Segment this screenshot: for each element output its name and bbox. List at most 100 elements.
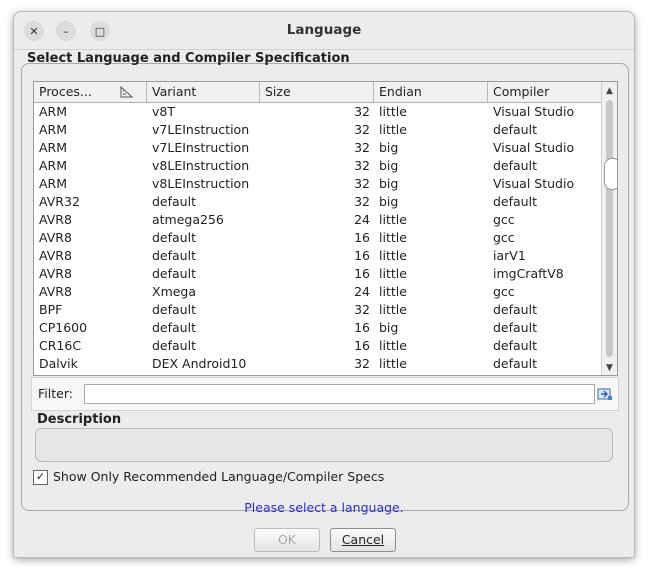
cell-endian: little — [379, 302, 407, 317]
cell-size: 16 — [354, 248, 370, 263]
language-dialog: ✕ – □ Language Select Language and Compi… — [13, 11, 635, 558]
cell-variant: v8T — [152, 104, 175, 119]
table-row[interactable]: ARM v7LEInstruction 32 big Visual Studio — [34, 139, 601, 157]
cell-endian: little — [379, 122, 407, 137]
filter-label: Filter: — [38, 386, 73, 401]
cell-variant: default — [152, 248, 196, 263]
recommended-checkbox[interactable]: ✓ — [33, 470, 48, 485]
cell-compiler: imgCraftV8 — [493, 266, 564, 281]
table-row[interactable]: ARM v7LEInstruction 32 little default — [34, 121, 601, 139]
cell-endian: little — [379, 338, 407, 353]
cell-processor: Dalvik — [39, 356, 78, 371]
cell-endian: big — [379, 140, 399, 155]
cell-endian: little — [379, 248, 407, 263]
cell-compiler: default — [493, 320, 537, 335]
cell-variant: default — [152, 266, 196, 281]
title-bar: ✕ – □ Language — [14, 12, 634, 50]
cell-size: 16 — [354, 338, 370, 353]
cell-size: 32 — [354, 104, 370, 119]
cell-size: 24 — [354, 284, 370, 299]
cell-compiler: default — [493, 158, 537, 173]
cell-variant: default — [152, 320, 196, 335]
cell-size: 32 — [354, 176, 370, 191]
column-header-endian[interactable]: Endian — [374, 82, 488, 102]
cell-processor: CR16C — [39, 338, 82, 353]
column-header-processor[interactable]: Proces... — [34, 82, 147, 102]
scroll-thumb[interactable] — [604, 158, 617, 190]
description-title: Description — [37, 412, 122, 427]
table-row[interactable]: ARM v8T 32 little Visual Studio — [34, 103, 601, 121]
cell-endian: little — [379, 212, 407, 227]
cell-compiler: iarV1 — [493, 248, 526, 263]
cell-processor: ARM — [39, 104, 68, 119]
cell-variant: v8LEInstruction — [152, 158, 250, 173]
cell-size: 32 — [354, 302, 370, 317]
filter-input[interactable] — [84, 384, 595, 404]
cancel-button[interactable]: Cancel — [330, 528, 396, 552]
table-scrollbar[interactable]: ▲ ▼ — [601, 82, 617, 375]
cell-size: 32 — [354, 158, 370, 173]
cell-endian: little — [379, 266, 407, 281]
table-row[interactable]: AVR8 default 16 little gcc — [34, 229, 601, 247]
cell-processor: AVR8 — [39, 212, 72, 227]
cell-compiler: default — [493, 356, 537, 371]
cell-variant: default — [152, 194, 196, 209]
cell-size: 32 — [354, 356, 370, 371]
cell-compiler: default — [493, 302, 537, 317]
table-header: Proces... Variant Size Endian Compiler — [34, 82, 601, 103]
cell-processor: CP1600 — [39, 320, 88, 335]
cell-size: 16 — [354, 230, 370, 245]
table-row[interactable]: AVR8 default 16 little iarV1 — [34, 247, 601, 265]
table-row[interactable]: CP1600 default 16 big default — [34, 319, 601, 337]
cell-processor: ARM — [39, 122, 68, 137]
cell-compiler: Visual Studio — [493, 140, 575, 155]
cell-variant: v8LEInstruction — [152, 176, 250, 191]
column-header-compiler[interactable]: Compiler — [488, 82, 601, 102]
cell-endian: little — [379, 230, 407, 245]
cell-size: 32 — [354, 122, 370, 137]
table-row[interactable]: Dalvik DEX Android10 32 little default — [34, 355, 601, 373]
table-row[interactable]: CR16C default 16 little default — [34, 337, 601, 355]
cell-endian: big — [379, 194, 399, 209]
column-header-variant[interactable]: Variant — [147, 82, 260, 102]
cell-compiler: default — [493, 194, 537, 209]
filter-bar: Filter: — [31, 377, 619, 411]
table-row[interactable]: BPF default 32 little default — [34, 301, 601, 319]
cell-variant: default — [152, 338, 196, 353]
table-row[interactable]: ARM v8LEInstruction 32 big Visual Studio — [34, 175, 601, 193]
cell-endian: big — [379, 176, 399, 191]
language-table: Proces... Variant Size Endian Compiler A… — [33, 81, 618, 376]
cell-compiler: Visual Studio — [493, 104, 575, 119]
column-header-size[interactable]: Size — [260, 82, 374, 102]
scroll-track[interactable] — [604, 100, 617, 357]
cell-size: 16 — [354, 266, 370, 281]
cell-processor: ARM — [39, 158, 68, 173]
cell-variant: default — [152, 230, 196, 245]
table-row[interactable]: AVR8 Xmega 24 little gcc — [34, 283, 601, 301]
clear-filter-icon[interactable] — [597, 386, 613, 402]
cell-endian: little — [379, 356, 407, 371]
table-row[interactable]: AVR32 default 32 big default — [34, 193, 601, 211]
cell-compiler: default — [493, 338, 537, 353]
panel-title: Select Language and Compiler Specificati… — [27, 51, 350, 66]
scroll-down-icon[interactable]: ▼ — [606, 363, 613, 373]
cell-endian: big — [379, 158, 399, 173]
cell-compiler: Visual Studio — [493, 176, 575, 191]
ok-button[interactable]: OK — [254, 528, 320, 552]
cell-processor: AVR8 — [39, 284, 72, 299]
table-row[interactable]: AVR8 default 16 little imgCraftV8 — [34, 265, 601, 283]
cell-size: 16 — [354, 320, 370, 335]
cell-variant: Xmega — [152, 284, 197, 299]
status-message: Please select a language. — [244, 500, 404, 515]
cell-variant: default — [152, 302, 196, 317]
cell-processor: AVR8 — [39, 230, 72, 245]
description-box — [35, 428, 613, 462]
cell-compiler: default — [493, 122, 537, 137]
cell-variant: atmega256 — [152, 212, 224, 227]
table-row[interactable]: ARM v8LEInstruction 32 big default — [34, 157, 601, 175]
recommended-label[interactable]: Show Only Recommended Language/Compiler … — [53, 469, 384, 484]
table-body: ARM v8T 32 little Visual Studio ARM v7LEInstru… — [34, 103, 601, 373]
cell-endian: little — [379, 284, 407, 299]
scroll-up-icon[interactable]: ▲ — [606, 86, 613, 96]
table-row[interactable]: AVR8 atmega256 24 little gcc — [34, 211, 601, 229]
